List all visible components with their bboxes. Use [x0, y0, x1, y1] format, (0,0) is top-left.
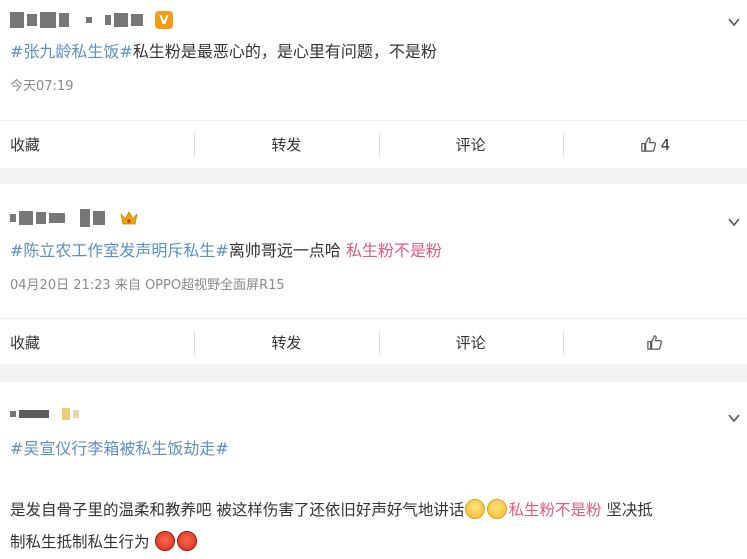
post-time-source: 04月20日 21:23 来自 OPPO超视野全面屏R15: [10, 278, 285, 293]
repost-label: 转发: [271, 136, 302, 154]
thumbs-up-icon: [647, 335, 663, 350]
blurred-username[interactable]: [10, 10, 143, 30]
like-count: 4: [660, 135, 671, 154]
crown-icon: [120, 210, 138, 226]
angry-emoji-icon: [155, 531, 176, 551]
post-content: #陈立农工作室发声明斥私生#离帅哥远一点哈 私生粉不是粉: [10, 239, 442, 263]
action-bar: 收藏 转发 评论: [0, 318, 747, 366]
like-button[interactable]: [562, 319, 747, 366]
favorite-button[interactable]: 收藏: [0, 121, 194, 168]
like-button[interactable]: 4: [562, 121, 747, 168]
favorite-button[interactable]: 收藏: [0, 319, 194, 366]
post-card: #吴宣仪行李箱被私生饭劫走# 是发自骨子里的温柔和教养吧 被这样伤害了还依旧好声…: [0, 382, 747, 559]
favorite-label: 收藏: [10, 136, 41, 154]
comment-button[interactable]: 评论: [378, 121, 563, 168]
post-text: 坚决抵: [601, 501, 653, 519]
post-content: #吴宣仪行李箱被私生饭劫走#: [10, 437, 229, 461]
post-text: 私生粉是最恶心的，是心里有问题，不是粉: [132, 42, 437, 61]
post-time: 今天07:19: [10, 79, 74, 94]
post-text: 制私生抵制私生行为: [10, 533, 150, 551]
chevron-down-icon[interactable]: [727, 214, 741, 228]
thumbs-up-icon: [640, 137, 656, 152]
sad-emoji-icon: [465, 499, 486, 519]
highlight-text: 私生粉不是粉: [508, 501, 602, 519]
angry-emoji-icon: [177, 531, 198, 551]
topic-link[interactable]: #张九龄私生饭#: [10, 42, 133, 61]
chevron-down-icon[interactable]: [727, 14, 741, 28]
verified-v-icon: V: [155, 11, 173, 29]
post-text-line1: 是发自骨子里的温柔和教养吧 被这样伤害了还依旧好声好气地讲话 私生粉不是粉 坚决抵: [10, 498, 653, 522]
post-card: #陈立农工作室发声明斥私生#离帅哥远一点哈 私生粉不是粉 04月20日 21:2…: [0, 184, 747, 364]
blurred-username[interactable]: [10, 208, 105, 228]
blurred-username[interactable]: [10, 404, 79, 424]
post-text: 是发自骨子里的温柔和教养吧 被这样伤害了还依旧好声好气地讲话: [10, 501, 465, 519]
comment-button[interactable]: 评论: [378, 319, 563, 366]
highlight-text: 私生粉不是粉: [345, 241, 442, 260]
post-text: 离帅哥远一点哈: [228, 241, 346, 260]
post-text-line2: 制私生抵制私生行为: [10, 530, 198, 554]
comment-label: 评论: [455, 136, 486, 154]
comment-label: 评论: [455, 334, 486, 352]
topic-link[interactable]: #吴宣仪行李箱被私生饭劫走#: [10, 439, 229, 458]
repost-label: 转发: [271, 334, 302, 352]
repost-button[interactable]: 转发: [194, 121, 378, 168]
action-bar: 收藏 转发 评论 4: [0, 120, 747, 168]
post-card: V #张九龄私生饭#私生粉是最恶心的，是心里有问题，不是粉 今天07:19 收藏…: [0, 0, 747, 168]
chevron-down-icon[interactable]: [727, 410, 741, 424]
topic-link[interactable]: #陈立农工作室发声明斥私生#: [10, 241, 229, 260]
repost-button[interactable]: 转发: [194, 319, 378, 366]
favorite-label: 收藏: [10, 334, 41, 352]
post-content: #张九龄私生饭#私生粉是最恶心的，是心里有问题，不是粉: [10, 40, 437, 64]
sad-emoji-icon: [487, 499, 508, 519]
weibo-feed: V #张九龄私生饭#私生粉是最恶心的，是心里有问题，不是粉 今天07:19 收藏…: [0, 0, 747, 559]
